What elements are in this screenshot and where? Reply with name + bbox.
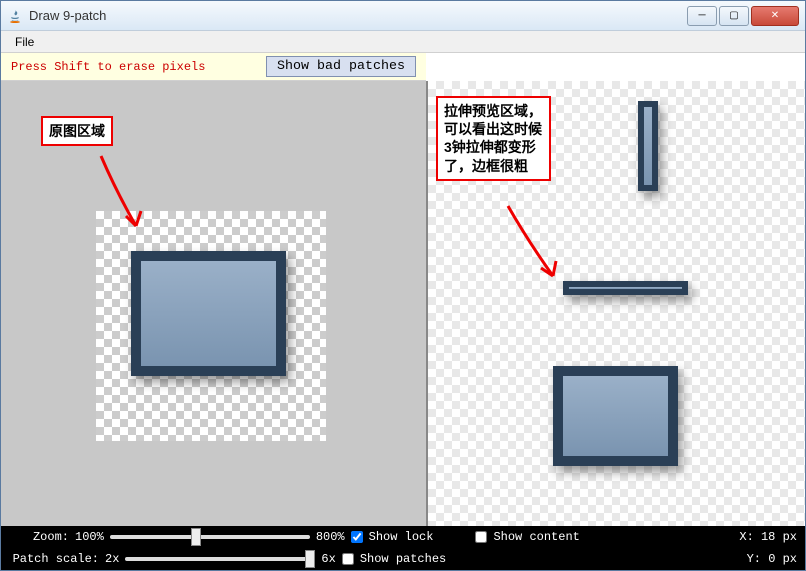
- preview-horizontal-stretch: [563, 281, 688, 295]
- annotation-source: 原图区域: [41, 116, 113, 146]
- window-controls: ─ ▢ ✕: [687, 6, 799, 26]
- x-label: X:: [739, 530, 753, 544]
- patch-scale-slider[interactable]: [125, 549, 315, 569]
- show-lock-label: Show lock: [369, 530, 434, 544]
- show-patches-checkbox[interactable]: [342, 553, 354, 565]
- maximize-button[interactable]: ▢: [719, 6, 749, 26]
- source-patch-image[interactable]: [131, 251, 286, 376]
- window-title: Draw 9-patch: [29, 8, 687, 23]
- preview-vertical-stretch: [638, 101, 658, 191]
- toolbar-hint: Press Shift to erase pixels: [11, 60, 266, 74]
- titlebar[interactable]: Draw 9-patch ─ ▢ ✕: [1, 1, 805, 31]
- annotation-source-text: 原图区域: [49, 123, 105, 139]
- close-button[interactable]: ✕: [751, 6, 799, 26]
- zoom-label: Zoom:: [9, 530, 69, 544]
- patch-scale-label: Patch scale:: [9, 552, 99, 566]
- status-bar: Zoom: 100% 800% Show lock Show content X…: [1, 526, 805, 570]
- menu-file[interactable]: File: [7, 33, 42, 51]
- show-content-label: Show content: [493, 530, 579, 544]
- zoom-max: 800%: [316, 530, 345, 544]
- show-content-checkbox[interactable]: [475, 531, 487, 543]
- patch-scale-min: 2x: [105, 552, 119, 566]
- arrow-right: [503, 201, 573, 291]
- preview-both-stretch: [553, 366, 678, 466]
- annotation-preview: 拉伸预览区域，可以看出这时候3钟拉伸都变形了，边框很粗: [436, 96, 551, 181]
- x-value: 18 px: [761, 530, 797, 544]
- patch-scale-max: 6x: [321, 552, 335, 566]
- show-patches-label: Show patches: [360, 552, 446, 566]
- java-icon: [7, 8, 23, 24]
- annotation-preview-text: 拉伸预览区域，可以看出这时候3钟拉伸都变形了，边框很粗: [444, 103, 542, 174]
- y-value: 0 px: [768, 552, 797, 566]
- zoom-min: 100%: [75, 530, 104, 544]
- menubar: File: [1, 31, 805, 53]
- content-area: 原图区域 拉伸预览区域，可以看出这时候3钟拉伸都变形了，边框很粗: [1, 81, 805, 551]
- toolbar: Press Shift to erase pixels Show bad pat…: [1, 53, 426, 81]
- source-pane[interactable]: 原图区域: [1, 81, 426, 551]
- minimize-button[interactable]: ─: [687, 6, 717, 26]
- preview-pane[interactable]: 拉伸预览区域，可以看出这时候3钟拉伸都变形了，边框很粗: [426, 81, 805, 551]
- zoom-slider[interactable]: [110, 527, 310, 547]
- app-window: Draw 9-patch ─ ▢ ✕ File Press Shift to e…: [0, 0, 806, 571]
- y-label: Y:: [747, 552, 761, 566]
- show-bad-patches-button[interactable]: Show bad patches: [266, 56, 416, 77]
- show-lock-checkbox[interactable]: [351, 531, 363, 543]
- arrow-left: [96, 151, 156, 241]
